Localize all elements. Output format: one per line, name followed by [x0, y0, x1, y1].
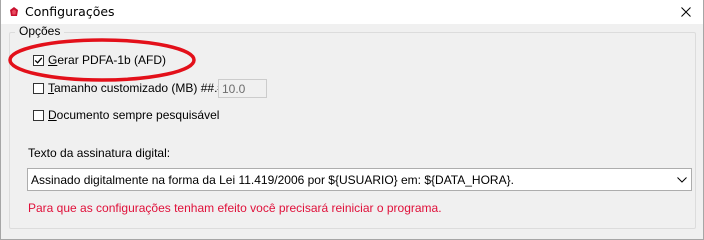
documento-pesquisavel-label[interactable]: Documento sempre pesquisável — [48, 108, 219, 122]
signature-combobox-value: Assinado digitalmente na forma da Lei 11… — [31, 173, 514, 187]
gerar-pdfa-label[interactable]: Gerar PDFA-1b (AFD) — [48, 53, 166, 67]
window-title: Configurações — [25, 4, 115, 19]
signature-combobox[interactable]: Assinado digitalmente na forma da Lei 11… — [27, 168, 692, 191]
gerar-pdfa-checkbox[interactable] — [33, 55, 44, 66]
chevron-down-icon — [677, 176, 687, 183]
app-icon — [10, 7, 18, 16]
restart-warning: Para que as configurações tenham efeito … — [28, 201, 442, 215]
close-button[interactable] — [669, 0, 703, 24]
documento-pesquisavel-checkbox[interactable] — [33, 110, 44, 121]
options-group-legend: Opções — [15, 24, 65, 38]
checkmark-icon — [34, 57, 43, 64]
title-bar: Configurações — [1, 0, 703, 24]
signature-label: Texto da assinatura digital: — [28, 146, 171, 160]
tamanho-customizado-checkbox[interactable] — [33, 83, 44, 94]
combobox-dropdown-button[interactable] — [673, 169, 691, 190]
close-icon — [681, 7, 691, 17]
tamanho-mb-input[interactable] — [218, 79, 267, 98]
tamanho-customizado-label[interactable]: Tamanho customizado (MB) ##.# — [48, 81, 224, 95]
settings-dialog: Configurações Opções Gerar PDFA-1b (AFD)… — [0, 0, 704, 240]
